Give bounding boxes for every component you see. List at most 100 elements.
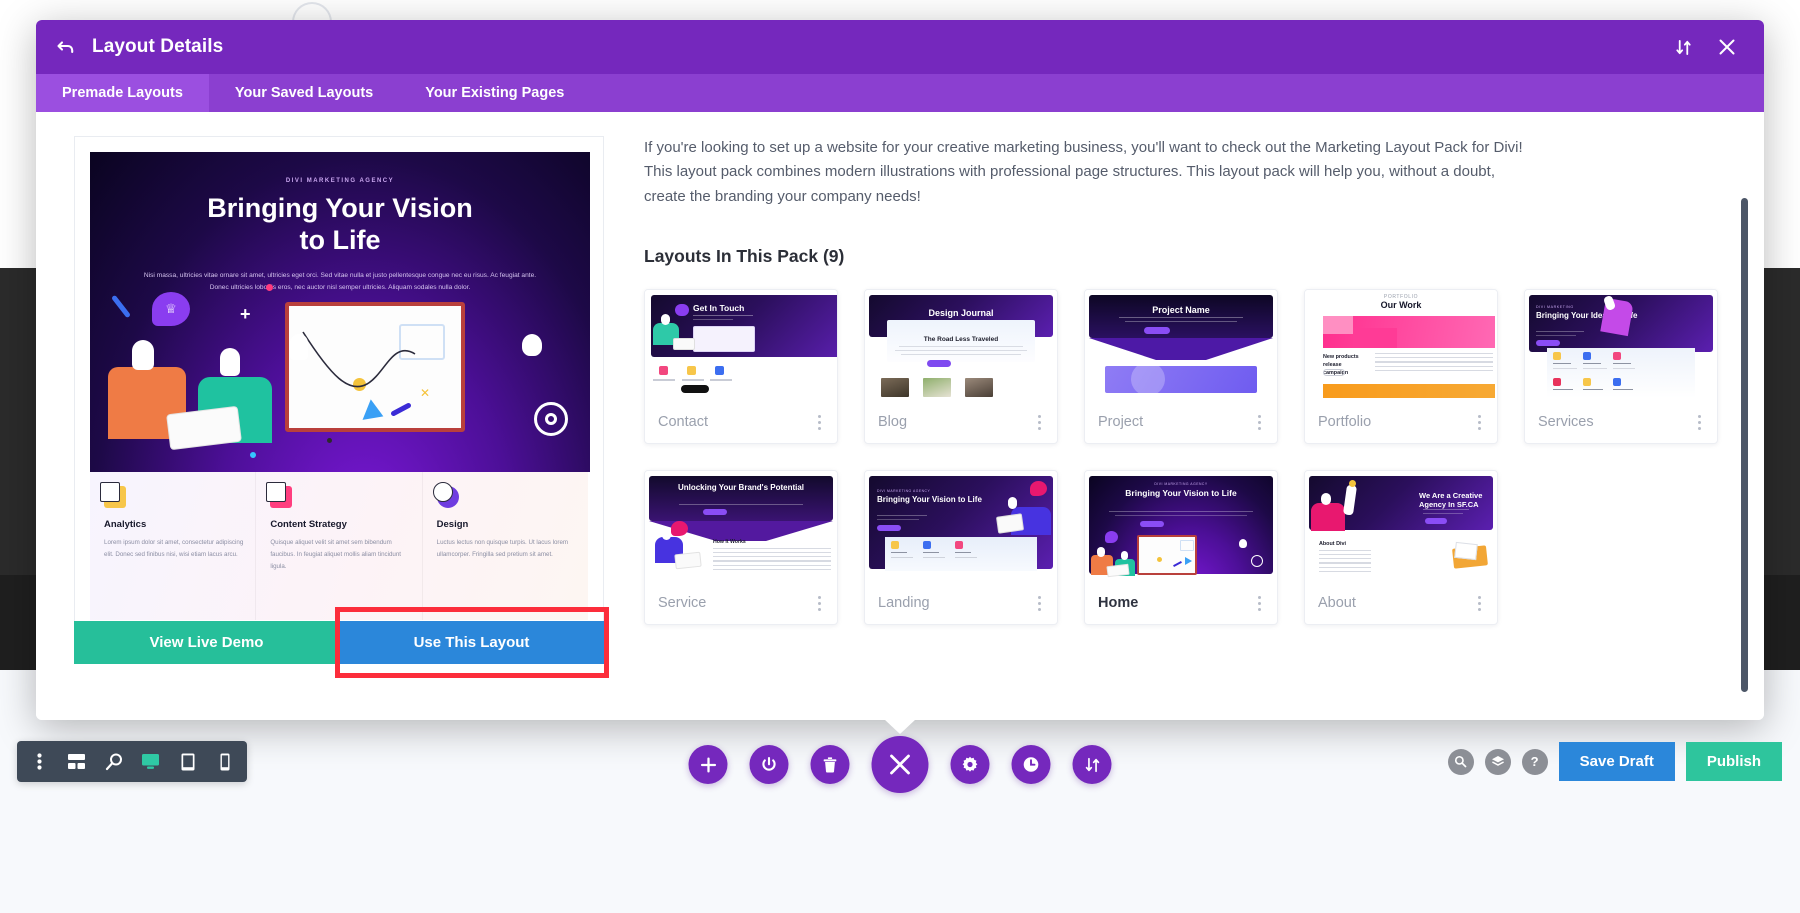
preview-hero-kicker: DIVI MARKETING AGENCY (285, 178, 395, 184)
tab-your-existing-pages[interactable]: Your Existing Pages (399, 74, 590, 112)
trash-icon[interactable] (810, 745, 850, 784)
palette-icon (432, 482, 459, 508)
layout-card-name: Contact (658, 414, 708, 431)
search-icon[interactable] (1447, 748, 1474, 775)
layout-card-about[interactable]: We Are a Creative Agency In SF.CA About … (1304, 469, 1498, 625)
sort-updown-icon[interactable] (1072, 745, 1112, 784)
layout-thumbnail: Project Name (1085, 289, 1277, 402)
publish-button[interactable]: Publish (1685, 742, 1782, 781)
close-icon[interactable] (1712, 32, 1742, 62)
clipboard-icon (266, 482, 293, 508)
tablet-icon[interactable] (171, 745, 204, 778)
plus-decoration-icon: + (240, 304, 251, 324)
use-this-layout-button[interactable]: Use This Layout (339, 621, 604, 664)
thumb-title: Our Work (1380, 299, 1422, 310)
lightbulb-icon (522, 334, 542, 356)
thumb-subheading: The Road Less Traveled (923, 335, 999, 343)
layout-card-home[interactable]: DIVI MARKETING AGENCY Bringing Your Visi… (1084, 469, 1278, 625)
layout-thumbnail: We Are a Creative Agency In SF.CA About … (1305, 470, 1497, 583)
layout-card-name: About (1318, 595, 1356, 612)
layout-card-footer: About (1305, 583, 1497, 624)
person-head-2 (220, 348, 240, 376)
preview-feature-content-strategy: Content Strategy Quisque aliquet velit s… (256, 472, 423, 620)
settings-gear-icon[interactable] (950, 745, 990, 784)
layers-icon[interactable] (1484, 748, 1511, 775)
details-scrollbar-thumb[interactable] (1741, 198, 1748, 692)
add-icon[interactable] (688, 745, 728, 784)
tab-premade-layouts-label: Premade Layouts (62, 85, 183, 101)
layout-card-menu-icon[interactable] (1034, 411, 1045, 434)
speech-bubble-icon (152, 292, 190, 326)
pack-description: If you're looking to set up a website fo… (644, 139, 1523, 205)
feature-body: Lorem ipsum dolor sit amet, consectetur … (104, 539, 244, 558)
layout-card-landing[interactable]: DIVI MARKETING AGENCY Bringing Your Visi… (864, 469, 1058, 625)
layout-card-menu-icon[interactable] (1474, 411, 1485, 434)
layout-details-column: If you're looking to set up a website fo… (604, 136, 1748, 698)
sort-updown-icon[interactable] (1668, 32, 1698, 62)
layout-card-project[interactable]: Project Name Project (1084, 288, 1278, 444)
tab-your-existing-pages-label: Your Existing Pages (425, 85, 565, 101)
layout-card-menu-icon[interactable] (1254, 592, 1265, 615)
wireframe-icon[interactable] (60, 745, 93, 778)
feature-body: Luctus lectus non quisque turpis. Ut lac… (436, 539, 569, 558)
layout-card-menu-icon[interactable] (1694, 411, 1705, 434)
help-icon[interactable]: ? (1521, 748, 1548, 775)
layout-card-menu-icon[interactable] (814, 411, 825, 434)
zoom-out-icon[interactable] (97, 745, 130, 778)
thumb-title: Bringing Your Vision to Life (1125, 487, 1237, 498)
layout-card-name: Blog (878, 414, 908, 431)
thumb-title: Project Name (1152, 304, 1210, 315)
use-this-layout-wrapper: Use This Layout (335, 607, 609, 678)
laptop-illustration (166, 405, 242, 451)
builder-right-toolbar: ? Save Draft Publish (1447, 742, 1782, 781)
more-options-icon[interactable] (23, 745, 56, 778)
person-head-3 (290, 334, 308, 360)
details-scrollbar[interactable] (1741, 198, 1748, 708)
tab-premade-layouts[interactable]: Premade Layouts (36, 74, 209, 112)
layout-card-menu-icon[interactable] (814, 592, 825, 615)
dot-decoration-icon (266, 284, 273, 291)
layout-card-footer: Services (1525, 402, 1717, 443)
layout-details-modal: Layout Details Premade Layouts Your Save… (36, 20, 1764, 734)
layout-card-menu-icon[interactable] (1034, 592, 1045, 615)
tab-your-saved-layouts[interactable]: Your Saved Layouts (209, 74, 399, 112)
layout-card-services[interactable]: DIVI MARKETING Bringing Your Ideas to Li… (1524, 288, 1718, 444)
close-builder-icon[interactable] (871, 736, 929, 793)
save-draft-button[interactable]: Save Draft (1558, 742, 1675, 781)
thumb-title: Bringing Your Vision to Life (877, 494, 982, 504)
layout-card-footer: Blog (865, 402, 1057, 443)
preview-hero-section: DIVI MARKETING AGENCY Bringing Your Visi… (90, 152, 590, 472)
preview-feature-design: Design Luctus lectus non quisque turpis.… (423, 472, 588, 620)
person-head-1 (132, 340, 154, 370)
layout-preview-screenshot: DIVI MARKETING AGENCY Bringing Your Visi… (74, 136, 604, 621)
layout-card-name: Landing (878, 595, 930, 612)
preview-feature-analytics: Analytics Lorem ipsum dolor sit amet, co… (90, 472, 257, 620)
preview-hero-title: Bringing Your Vision to Life (90, 193, 590, 257)
layout-card-menu-icon[interactable] (1254, 411, 1265, 434)
phone-icon[interactable] (208, 745, 241, 778)
layout-card-menu-icon[interactable] (1474, 592, 1485, 615)
layout-card-blog[interactable]: Design Journal The Road Less Traveled Bl… (864, 288, 1058, 444)
back-arrow-icon[interactable] (56, 37, 76, 57)
layout-card-footer: Service (645, 583, 837, 624)
layout-cards-grid: Get In Touch Contact Design Journal The … (644, 288, 1718, 625)
history-clock-icon[interactable] (1011, 745, 1051, 784)
preview-hero-title-line2: to Life (299, 224, 381, 255)
desktop-icon[interactable] (134, 745, 167, 778)
thumb-subheading: About Divi (1319, 540, 1346, 547)
layout-card-portfolio[interactable]: PORTFOLIO Our Work New products release … (1304, 288, 1498, 444)
gear-decoration-icon (534, 402, 568, 436)
modal-pointer-nub (884, 719, 916, 734)
decoration-bar-icon (111, 294, 131, 319)
view-live-demo-button[interactable]: View Live Demo (74, 621, 339, 664)
power-icon[interactable] (749, 745, 789, 784)
layout-thumbnail: Unlocking Your Brand's Potential How It … (645, 470, 837, 583)
layout-card-footer: Contact (645, 402, 837, 443)
layout-card-name: Portfolio (1318, 414, 1372, 431)
layout-card-contact[interactable]: Get In Touch Contact (644, 288, 838, 444)
thumb-title: We Are a Creative Agency In SF.CA (1419, 490, 1483, 509)
layout-thumbnail: DIVI MARKETING AGENCY Bringing Your Visi… (865, 470, 1057, 583)
layout-card-service[interactable]: Unlocking Your Brand's Potential How It … (644, 469, 838, 625)
modal-body: DIVI MARKETING AGENCY Bringing Your Visi… (36, 112, 1764, 720)
pack-heading: Layouts In This Pack (9) (644, 245, 845, 266)
